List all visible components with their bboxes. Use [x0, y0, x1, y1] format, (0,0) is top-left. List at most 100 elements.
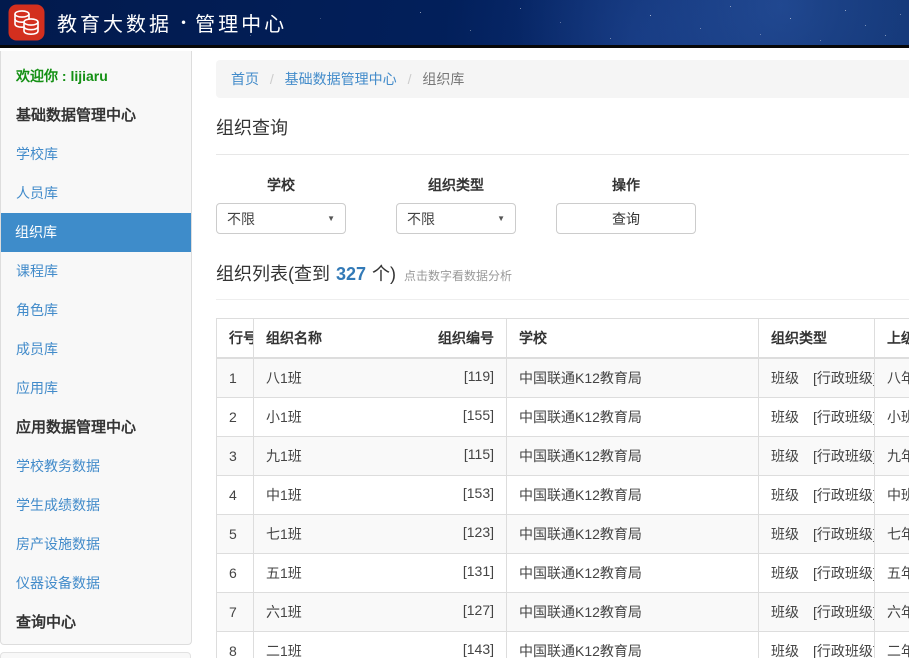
org-name: 小1班 — [266, 407, 302, 427]
org-type-select-value: 不限 — [407, 209, 435, 229]
cell-school: 中国联通K12教育局 — [507, 437, 759, 476]
cell-row-no: 6 — [217, 554, 254, 593]
sidebar-item[interactable]: 成员库 — [1, 330, 191, 369]
header-org-type: 组织类型 — [759, 319, 875, 359]
cell-parent: 五年 — [875, 554, 909, 593]
breadcrumb-basic-data-link[interactable]: 基础数据管理中心 — [285, 71, 397, 87]
table-row: 6五1班[131]中国联通K12教育局班级[行政班级]五年 — [217, 554, 909, 593]
app-title-primary: 教育大数据 — [57, 8, 172, 37]
school-select[interactable]: 不限 ▼ — [216, 203, 346, 234]
cell-parent: 二年 — [875, 632, 909, 658]
sidebar-section-header[interactable]: 查询中心 — [1, 603, 191, 642]
table-row: 2小1班[155]中国联通K12教育局班级[行政班级]小班 — [217, 398, 909, 437]
query-filter-row: 学校 不限 ▼ 组织类型 不限 ▼ 操作 查询 — [216, 175, 909, 234]
org-type-tag: [行政班级] — [813, 409, 875, 425]
query-button[interactable]: 查询 — [556, 203, 696, 234]
school-select-value: 不限 — [227, 209, 255, 229]
org-type-tag: [行政班级] — [813, 565, 875, 581]
cell-org-type: 班级[行政班级] — [759, 554, 875, 593]
cell-name-code: 九1班[115] — [254, 437, 507, 476]
table-row: 4中1班[153]中国联通K12教育局班级[行政班级]中班 — [217, 476, 909, 515]
table-row: 1八1班[119]中国联通K12教育局班级[行政班级]八年 — [217, 358, 909, 398]
cell-school: 中国联通K12教育局 — [507, 593, 759, 632]
org-name: 二1班 — [266, 641, 302, 658]
header-org-name: 组织名称 — [266, 328, 322, 348]
sidebar-item[interactable]: 房产设施数据 — [1, 525, 191, 564]
cell-name-code: 六1班 [127] — [254, 593, 507, 632]
cell-row-no: 1 — [217, 358, 254, 398]
sidebar-item-active[interactable]: 组织库 — [0, 213, 192, 252]
org-table: 行号 组织名称 组织编号 学校 组织类型 上级 1八1班[119]中国联通K12… — [216, 318, 909, 658]
org-name: 六1班 — [266, 602, 302, 622]
cell-org-type: 班级[行政班级] — [759, 515, 875, 554]
cell-row-no: 8 — [217, 632, 254, 658]
sidebar-item[interactable]: 仪器设备数据 — [1, 564, 191, 603]
org-type-tag: [行政班级] — [813, 370, 875, 386]
org-code: [119] — [464, 368, 494, 388]
org-type-filter-group: 组织类型 不限 ▼ — [396, 175, 516, 234]
sidebar-item[interactable]: 角色库 — [1, 291, 191, 330]
org-type-tag: [行政班级] — [813, 487, 875, 503]
org-name: 九1班 — [266, 446, 302, 466]
sidebar-section-header[interactable]: 基础数据管理中心 — [1, 96, 191, 135]
cell-school: 中国联通K12教育局 — [507, 398, 759, 437]
header-row-no: 行号 — [217, 319, 254, 359]
org-code: [127] — [463, 602, 494, 622]
sidebar-item[interactable]: 学校库 — [1, 135, 191, 174]
sidebar-item[interactable]: 课程库 — [1, 252, 191, 291]
cell-row-no: 3 — [217, 437, 254, 476]
analysis-hint-text: 点击数字看数据分析 — [404, 267, 512, 284]
cell-school: 中国联通K12教育局 — [507, 515, 759, 554]
org-type-tag: [行政班级] — [813, 526, 875, 542]
cell-row-no: 7 — [217, 593, 254, 632]
table-row: 8二1班[143]中国联通K12教育局班级[行政班级]二年 — [217, 632, 909, 658]
sidebar-item[interactable]: 应用库 — [1, 369, 191, 408]
cell-org-type: 班级[行政班级] — [759, 476, 875, 515]
cell-org-type: 班级[行政班级] — [759, 398, 875, 437]
main-content: 首页 / 基础数据管理中心 / 组织库 组织查询 学校 不限 ▼ 组织类型 不限… — [193, 51, 909, 658]
cell-org-type: 班级[行政班级] — [759, 437, 875, 476]
breadcrumb-separator: / — [270, 71, 274, 87]
org-name: 五1班 — [266, 563, 302, 583]
cell-name-code: 中1班[153] — [254, 476, 507, 515]
cell-row-no: 4 — [217, 476, 254, 515]
org-list-title-prefix: 组织列表(查到 — [216, 260, 330, 286]
table-row: 7 六1班 [127] 中国联通K12教育局班级[行政班级]六年 — [217, 593, 909, 632]
breadcrumb-home-link[interactable]: 首页 — [231, 71, 259, 87]
sidebar-next-panel-edge — [0, 652, 191, 658]
chevron-down-icon: ▼ — [327, 214, 335, 223]
header-org-code: 组织编号 — [438, 328, 494, 348]
org-type-select[interactable]: 不限 ▼ — [396, 203, 516, 234]
cell-parent: 六年 — [875, 593, 909, 632]
title-dot-separator: • — [180, 16, 187, 30]
table-row: 3九1班[115]中国联通K12教育局班级[行政班级]九年 — [217, 437, 909, 476]
app-title: 教育大数据 • 管理中心 — [57, 8, 287, 37]
app-logo-database-icon[interactable] — [8, 4, 45, 41]
cell-org-type: 班级[行政班级] — [759, 358, 875, 398]
sidebar-menu: 欢迎你 : lijiaru基础数据管理中心学校库人员库组织库课程库角色库成员库应… — [0, 51, 192, 645]
breadcrumb-current: 组织库 — [422, 71, 464, 87]
result-count-link[interactable]: 327 — [336, 264, 366, 285]
top-navbar: 教育大数据 • 管理中心 — [0, 0, 909, 48]
cell-parent: 九年 — [875, 437, 909, 476]
cell-name-code: 二1班[143] — [254, 632, 507, 658]
sidebar-welcome-text: 欢迎你 : lijiaru — [1, 57, 191, 96]
org-name: 中1班 — [266, 485, 302, 505]
sidebar-item[interactable]: 人员库 — [1, 174, 191, 213]
sidebar-item[interactable]: 学校教务数据 — [1, 447, 191, 486]
header-school: 学校 — [507, 319, 759, 359]
cell-org-type: 班级[行政班级] — [759, 593, 875, 632]
cell-parent: 八年 — [875, 358, 909, 398]
school-filter-label: 学校 — [267, 175, 295, 195]
org-table-body: 1八1班[119]中国联通K12教育局班级[行政班级]八年2小1班[155]中国… — [217, 358, 909, 658]
cell-name-code: 小1班[155] — [254, 398, 507, 437]
org-type-tag: [行政班级] — [813, 604, 875, 620]
cell-parent: 七年 — [875, 515, 909, 554]
org-list-title-suffix: 个) — [372, 260, 396, 286]
breadcrumb-separator: / — [408, 71, 412, 87]
header-name-code: 组织名称 组织编号 — [254, 319, 507, 359]
sidebar-section-header[interactable]: 应用数据管理中心 — [1, 408, 191, 447]
cell-name-code: 五1班[131] — [254, 554, 507, 593]
org-list-heading: 组织列表(查到 327 个) 点击数字看数据分析 — [216, 260, 909, 286]
sidebar-item[interactable]: 学生成绩数据 — [1, 486, 191, 525]
